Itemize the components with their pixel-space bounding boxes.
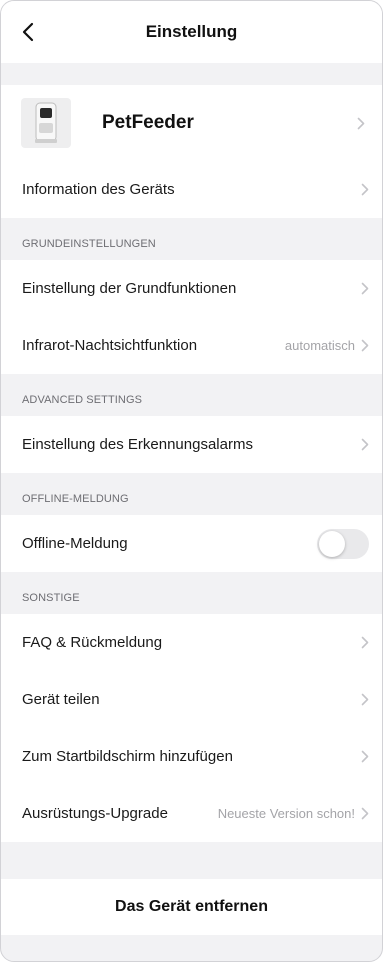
device-info-label: Information des Geräts [22, 181, 175, 198]
chevron-right-icon [360, 438, 370, 452]
basic-functions-label: Einstellung der Grundfunktionen [22, 280, 237, 297]
section-header-grundeinstellungen: GRUNDEINSTELLUNGEN [1, 218, 382, 260]
offline-notification-label: Offline-Meldung [22, 535, 128, 552]
page-title: Einstellung [145, 22, 238, 41]
section-header-advanced-settings: ADVANCED SETTINGS [1, 374, 382, 416]
spacer [1, 63, 382, 85]
firmware-upgrade-row[interactable]: Ausrüstungs-Upgrade Neueste Version scho… [1, 785, 382, 842]
spacer [1, 842, 382, 879]
detection-alarm-row[interactable]: Einstellung des Erkennungsalarms [1, 416, 382, 473]
header-bar: Einstellung [1, 1, 382, 63]
firmware-upgrade-value: Neueste Version schon! [217, 806, 355, 821]
add-to-homescreen-label: Zum Startbildschirm hinzufügen [22, 748, 233, 765]
night-vision-row[interactable]: Infrarot-Nachtsichtfunktion automatisch [1, 317, 382, 374]
chevron-right-icon [360, 282, 370, 296]
device-info-row[interactable]: Information des Geräts [1, 161, 382, 218]
night-vision-label: Infrarot-Nachtsichtfunktion [22, 337, 198, 354]
pet-feeder-icon [35, 102, 57, 143]
share-device-label: Gerät teilen [22, 691, 100, 708]
firmware-upgrade-label: Ausrüstungs-Upgrade [22, 805, 168, 822]
share-device-row[interactable]: Gerät teilen [1, 671, 382, 728]
night-vision-value: automatisch [284, 338, 355, 353]
settings-screen: Einstellung PetFeeder Information des Ge… [0, 0, 383, 962]
back-button[interactable] [13, 17, 43, 47]
device-name: PetFeeder [102, 112, 194, 133]
section-header-sonstige: SONSTIGE [1, 572, 382, 614]
chevron-right-icon [356, 116, 366, 130]
section-header-offline-meldung: OFFLINE-MELDUNG [1, 473, 382, 515]
chevron-right-icon [360, 339, 370, 353]
detection-alarm-label: Einstellung des Erkennungsalarms [22, 436, 253, 453]
chevron-right-icon [360, 636, 370, 650]
add-to-homescreen-row[interactable]: Zum Startbildschirm hinzufügen [1, 728, 382, 785]
remove-device-button[interactable]: Das Gerät entfernen [1, 879, 382, 935]
device-row[interactable]: PetFeeder [1, 85, 382, 161]
chevron-right-icon [360, 807, 370, 821]
device-thumbnail [21, 98, 71, 148]
toggle-knob [319, 530, 345, 557]
faq-feedback-row[interactable]: FAQ & Rückmeldung [1, 614, 382, 671]
basic-functions-row[interactable]: Einstellung der Grundfunktionen [1, 260, 382, 317]
faq-feedback-label: FAQ & Rückmeldung [22, 634, 163, 651]
offline-notification-row: Offline-Meldung [1, 515, 382, 572]
offline-notification-toggle[interactable] [317, 528, 369, 559]
chevron-right-icon [360, 693, 370, 707]
chevron-left-icon [22, 22, 34, 42]
chevron-right-icon [360, 750, 370, 764]
chevron-right-icon [360, 183, 370, 197]
